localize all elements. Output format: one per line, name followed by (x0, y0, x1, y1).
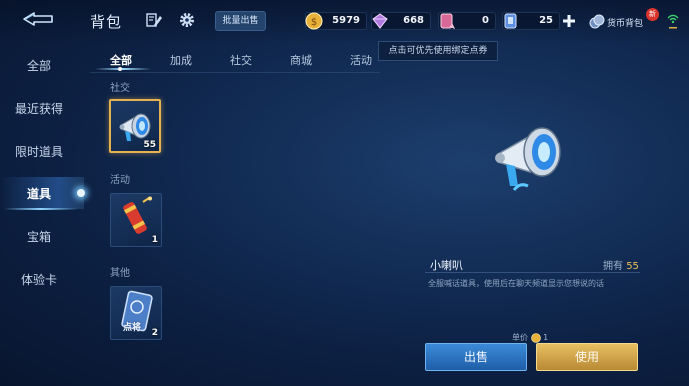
megaphone-icon (495, 127, 561, 191)
sidebar-item-limited[interactable]: 限时道具 (0, 143, 78, 160)
gold-coin-icon (530, 332, 541, 343)
detail-divider (425, 272, 640, 273)
unit-price: 单价 1 (512, 332, 548, 343)
owned-value: 55 (626, 261, 639, 272)
sell-button[interactable]: 出售 (425, 343, 527, 371)
blue-voucher-icon (504, 13, 517, 29)
unit-price-label: 单价 (512, 333, 528, 342)
back-button[interactable] (20, 10, 56, 28)
gold-coin-icon: $ (305, 12, 323, 30)
item-description: 全服喊话道具，使用后在聊天频道显示您想说的话 (428, 279, 604, 288)
owned-label: 拥有 (603, 261, 623, 272)
gold-value: 5979 (332, 15, 360, 26)
currency-gold: $ 5979 (305, 12, 367, 30)
item-count: 2 (151, 328, 158, 338)
pink-ticket-icon (440, 13, 456, 30)
sidebar-item-chest[interactable]: 宝箱 (0, 228, 78, 245)
tab-all[interactable]: 全部 (110, 52, 132, 68)
tab-boost[interactable]: 加成 (170, 52, 192, 68)
sidebar-active-underline (4, 208, 78, 210)
currency-diamond: 668 (371, 12, 431, 30)
item-megaphone[interactable]: 55 (109, 99, 161, 153)
wallet-label: 货币背包 (607, 19, 644, 29)
unit-price-value: 1 (543, 333, 549, 342)
sidebar-item-recent[interactable]: 最近获得 (0, 100, 78, 117)
item-count: 1 (151, 235, 158, 245)
item-firecracker[interactable]: 1 (110, 193, 162, 247)
selected-item-artwork (484, 104, 580, 200)
bulk-sell-button[interactable]: 批量出售 (215, 11, 266, 31)
voucher-value: 25 (539, 15, 553, 26)
diamond-icon (372, 13, 388, 29)
wifi-icon (667, 12, 679, 32)
item-name: 小喇叭 (430, 259, 463, 272)
plus-icon (563, 15, 575, 27)
sidebar-active-dot (77, 189, 85, 197)
tab-event[interactable]: 活动 (350, 52, 372, 68)
tab-divider (90, 72, 380, 73)
section-label-other: 其他 (110, 268, 130, 279)
voucher-tooltip: 点击可优先使用绑定点券 (378, 41, 498, 61)
owned-count: 拥有 55 (603, 257, 639, 272)
page-title: 背包 (90, 13, 123, 31)
section-label-event: 活动 (110, 175, 130, 186)
currency-voucher: 25 (502, 12, 560, 30)
sidebar-item-trial-card[interactable]: 体验卡 (0, 271, 78, 288)
sidebar-item-props[interactable]: 道具 (0, 185, 78, 202)
new-badge: 新 (646, 8, 659, 21)
section-label-social: 社交 (110, 83, 130, 94)
gear-icon[interactable] (178, 11, 196, 29)
sidebar-item-all[interactable]: 全部 (0, 57, 78, 74)
currency-ticket: 0 (438, 12, 496, 30)
use-button[interactable]: 使用 (536, 343, 638, 371)
tab-active-dot (118, 67, 122, 71)
ticket-value: 0 (482, 15, 489, 26)
tab-mall[interactable]: 商城 (290, 52, 312, 68)
tab-social[interactable]: 社交 (230, 52, 252, 68)
item-count: 55 (143, 140, 156, 150)
tab-active-underline (95, 68, 151, 70)
edit-icon[interactable] (145, 11, 163, 29)
recharge-plus-button[interactable] (562, 13, 576, 27)
back-arrow-icon (23, 12, 53, 26)
diamond-value: 668 (403, 15, 424, 26)
item-dianjiang-card[interactable]: 点将 2 (110, 286, 162, 340)
coins-icon (589, 14, 605, 29)
card-text: 点将 (123, 323, 142, 333)
svg-text:$: $ (311, 17, 317, 28)
